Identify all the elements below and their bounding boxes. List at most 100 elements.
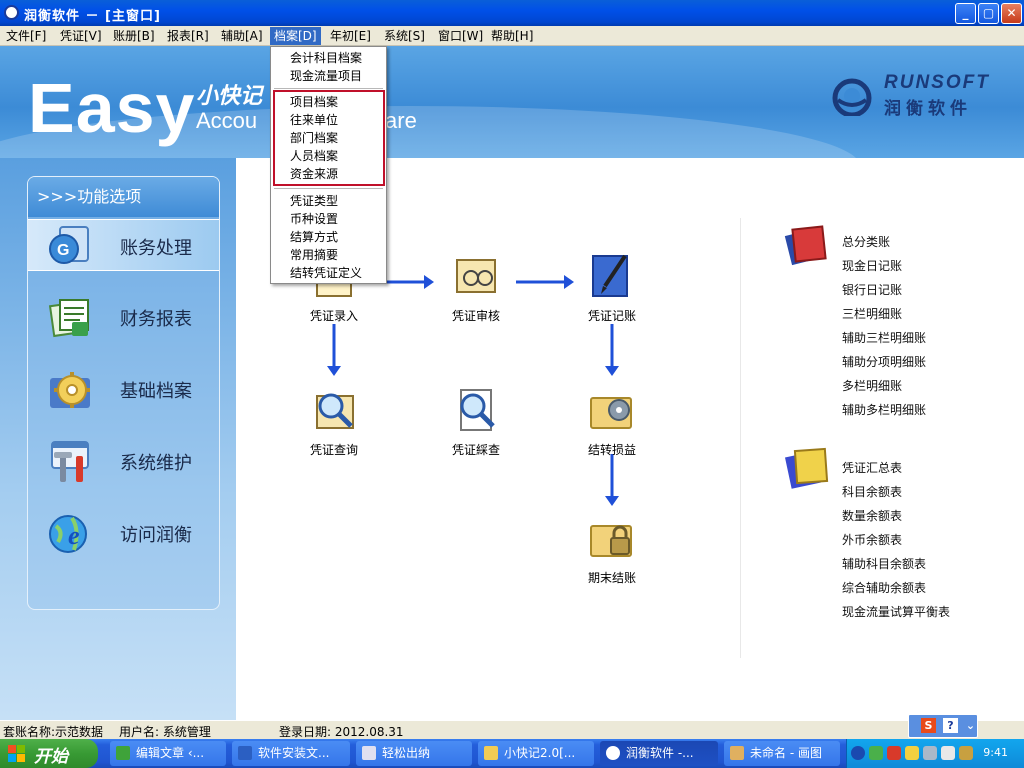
ledger-report-list: 总分类账 现金日记账 银行日记账 三栏明细账 辅助三栏明细账 辅助分项明细账 多… — [842, 230, 926, 422]
menu-item-voucher-type[interactable]: 凭证类型 — [290, 192, 338, 210]
menu-item-common-summary[interactable]: 常用摘要 — [290, 246, 338, 264]
qq-icon[interactable] — [905, 746, 919, 760]
window-title: 润衡软件 － [主窗口] — [24, 9, 161, 24]
sidebar-item-label: 访问润衡 — [120, 525, 192, 546]
banner-product-cn: 小快记 — [196, 84, 263, 109]
paint-icon — [730, 746, 744, 760]
start-button[interactable]: 开始 — [0, 739, 98, 768]
report-link[interactable]: 辅助科目余额表 — [842, 552, 950, 576]
menu-archive[interactable]: 档案[D] — [270, 27, 321, 45]
key-icon[interactable] — [959, 746, 973, 760]
menu-file[interactable]: 文件[F] — [2, 27, 50, 45]
menu-system[interactable]: 系统[S] — [380, 27, 429, 45]
menu-item-cashflow-items[interactable]: 现金流量项目 — [290, 67, 362, 85]
gear-archive-icon — [50, 372, 90, 408]
taskbar-button[interactable]: 轻松出纳 — [356, 741, 472, 766]
start-label: 开始 — [34, 747, 68, 767]
banner-product-en-head: Accou — [196, 108, 258, 133]
period-close-label: 期末结账 — [587, 571, 636, 585]
volume-icon[interactable] — [941, 746, 955, 760]
period-close-node[interactable]: 期末结账 — [567, 514, 657, 586]
folder-gear-icon — [590, 397, 632, 429]
language-bar: S ? ⌄ — [908, 714, 978, 738]
status-login-date: 登录日期: 2012.08.31 — [279, 725, 404, 739]
menu-help[interactable]: 帮助[H] — [487, 27, 537, 45]
close-button[interactable]: ✕ — [1001, 3, 1022, 24]
menu-item-currency-settings[interactable]: 币种设置 — [290, 210, 338, 228]
menu-separator — [274, 88, 383, 89]
highlight-box — [273, 90, 385, 186]
menu-reports[interactable]: 报表[R] — [163, 27, 213, 45]
sidebar-item-basic-archives[interactable]: 基础档案 — [28, 363, 219, 415]
banner-easy-text: Easy — [28, 69, 196, 147]
menu-bar: 文件[F] 凭证[V] 账册[B] 报表[R] 辅助[A] 档案[D] 年初[E… — [0, 26, 1024, 46]
taskbar-button-active[interactable]: 润衡软件 -... — [600, 741, 718, 766]
folder-icon — [484, 746, 498, 760]
menu-year-start[interactable]: 年初[E] — [326, 27, 375, 45]
chevron-down-icon[interactable]: ⌄ — [963, 718, 978, 733]
voucher-query-node[interactable]: 凭证查询 — [289, 386, 379, 458]
sidebar-item-system-maintenance[interactable]: 系统维护 — [28, 435, 219, 487]
sidebar-item-label: 财务报表 — [120, 309, 192, 330]
report-link[interactable]: 辅助三栏明细账 — [842, 326, 926, 350]
taskbar-button[interactable]: 未命名 - 画图 — [724, 741, 840, 766]
menu-item-carry-voucher-def[interactable]: 结转凭证定义 — [290, 264, 362, 282]
report-link[interactable]: 科目余额表 — [842, 480, 950, 504]
menu-books[interactable]: 账册[B] — [109, 27, 159, 45]
clock: 9:41 — [983, 746, 1008, 759]
status-account: 套账名称:示范数据 — [3, 725, 104, 739]
minimize-button[interactable]: _ — [955, 3, 976, 24]
word-icon — [238, 746, 252, 760]
report-link[interactable]: 现金流量试算平衡表 — [842, 600, 950, 624]
report-link[interactable]: 三栏明细账 — [842, 302, 926, 326]
menu-aux[interactable]: 辅助[A] — [217, 27, 267, 45]
report-link[interactable]: 综合辅助余额表 — [842, 576, 950, 600]
folder-lock-icon — [590, 525, 632, 557]
sidebar: >>>功能选项 G 账务处理 财务报表 基础档案 系统维护 e 访问润衡 — [0, 158, 236, 720]
maximize-button[interactable]: ▢ — [978, 3, 999, 24]
voucher-audit-icon — [456, 259, 496, 293]
menu-window[interactable]: 窗口[W] — [434, 27, 487, 45]
taskbar-label: 小快记2.0[... — [504, 746, 576, 760]
tray-app-icon[interactable] — [869, 746, 883, 760]
title-bar: 润衡软件 － [主窗口] _ ▢ ✕ — [0, 0, 1024, 26]
taskbar-label: 轻松出纳 — [382, 746, 431, 760]
report-link[interactable]: 银行日记账 — [842, 278, 926, 302]
sidebar-item-financial-reports[interactable]: 财务报表 — [28, 291, 219, 343]
menu-voucher[interactable]: 凭证[V] — [56, 27, 106, 45]
system-tray: 9:41 — [846, 739, 1024, 768]
report-link[interactable]: 现金日记账 — [842, 254, 926, 278]
voucher-post-icon — [592, 254, 628, 297]
report-link[interactable]: 辅助多栏明细账 — [842, 398, 926, 422]
report-link[interactable]: 多栏明细账 — [842, 374, 926, 398]
taskbar-button[interactable]: 软件安装文... — [232, 741, 350, 766]
function-options-box: >>>功能选项 G 账务处理 财务报表 基础档案 系统维护 e 访问润衡 — [27, 176, 220, 610]
voucher-entry-label: 凭证录入 — [309, 309, 358, 323]
sidebar-item-accounting[interactable]: G 账务处理 — [28, 219, 219, 271]
tray-expand-icon[interactable] — [851, 746, 865, 760]
report-link[interactable]: 总分类账 — [842, 230, 926, 254]
sidebar-item-visit-runsoft[interactable]: e 访问润衡 — [28, 507, 219, 559]
taskbar-button[interactable]: 小快记2.0[... — [478, 741, 594, 766]
ime-s-icon[interactable]: S — [921, 718, 936, 733]
arrow-down-icon — [327, 324, 341, 376]
report-link[interactable]: 凭证汇总表 — [842, 456, 950, 480]
brand-english: RUNSOFT — [884, 72, 990, 93]
voucher-post-node[interactable]: 凭证记账 — [567, 252, 657, 324]
svg-text:e: e — [68, 521, 80, 550]
network-icon[interactable] — [923, 746, 937, 760]
taskbar-button[interactable]: 编辑文章 ‹... — [110, 741, 226, 766]
voucher-bind-node[interactable]: 凭证綵查 — [431, 386, 521, 458]
carry-forward-node[interactable]: 结转损益 — [567, 386, 657, 458]
tools-icon — [51, 441, 89, 482]
voucher-audit-node[interactable]: 凭证审核 — [431, 252, 521, 324]
help-icon[interactable]: ? — [943, 718, 958, 733]
sidebar-item-label: 基础档案 — [120, 381, 192, 402]
report-link[interactable]: 辅助分项明细账 — [842, 350, 926, 374]
menu-item-settlement-method[interactable]: 结算方式 — [290, 228, 338, 246]
runsoft-logo-icon — [832, 78, 872, 116]
qq-icon[interactable] — [887, 746, 901, 760]
menu-item-account-archive[interactable]: 会计科目档案 — [290, 49, 362, 67]
report-link[interactable]: 外币余额表 — [842, 528, 950, 552]
report-link[interactable]: 数量余额表 — [842, 504, 950, 528]
